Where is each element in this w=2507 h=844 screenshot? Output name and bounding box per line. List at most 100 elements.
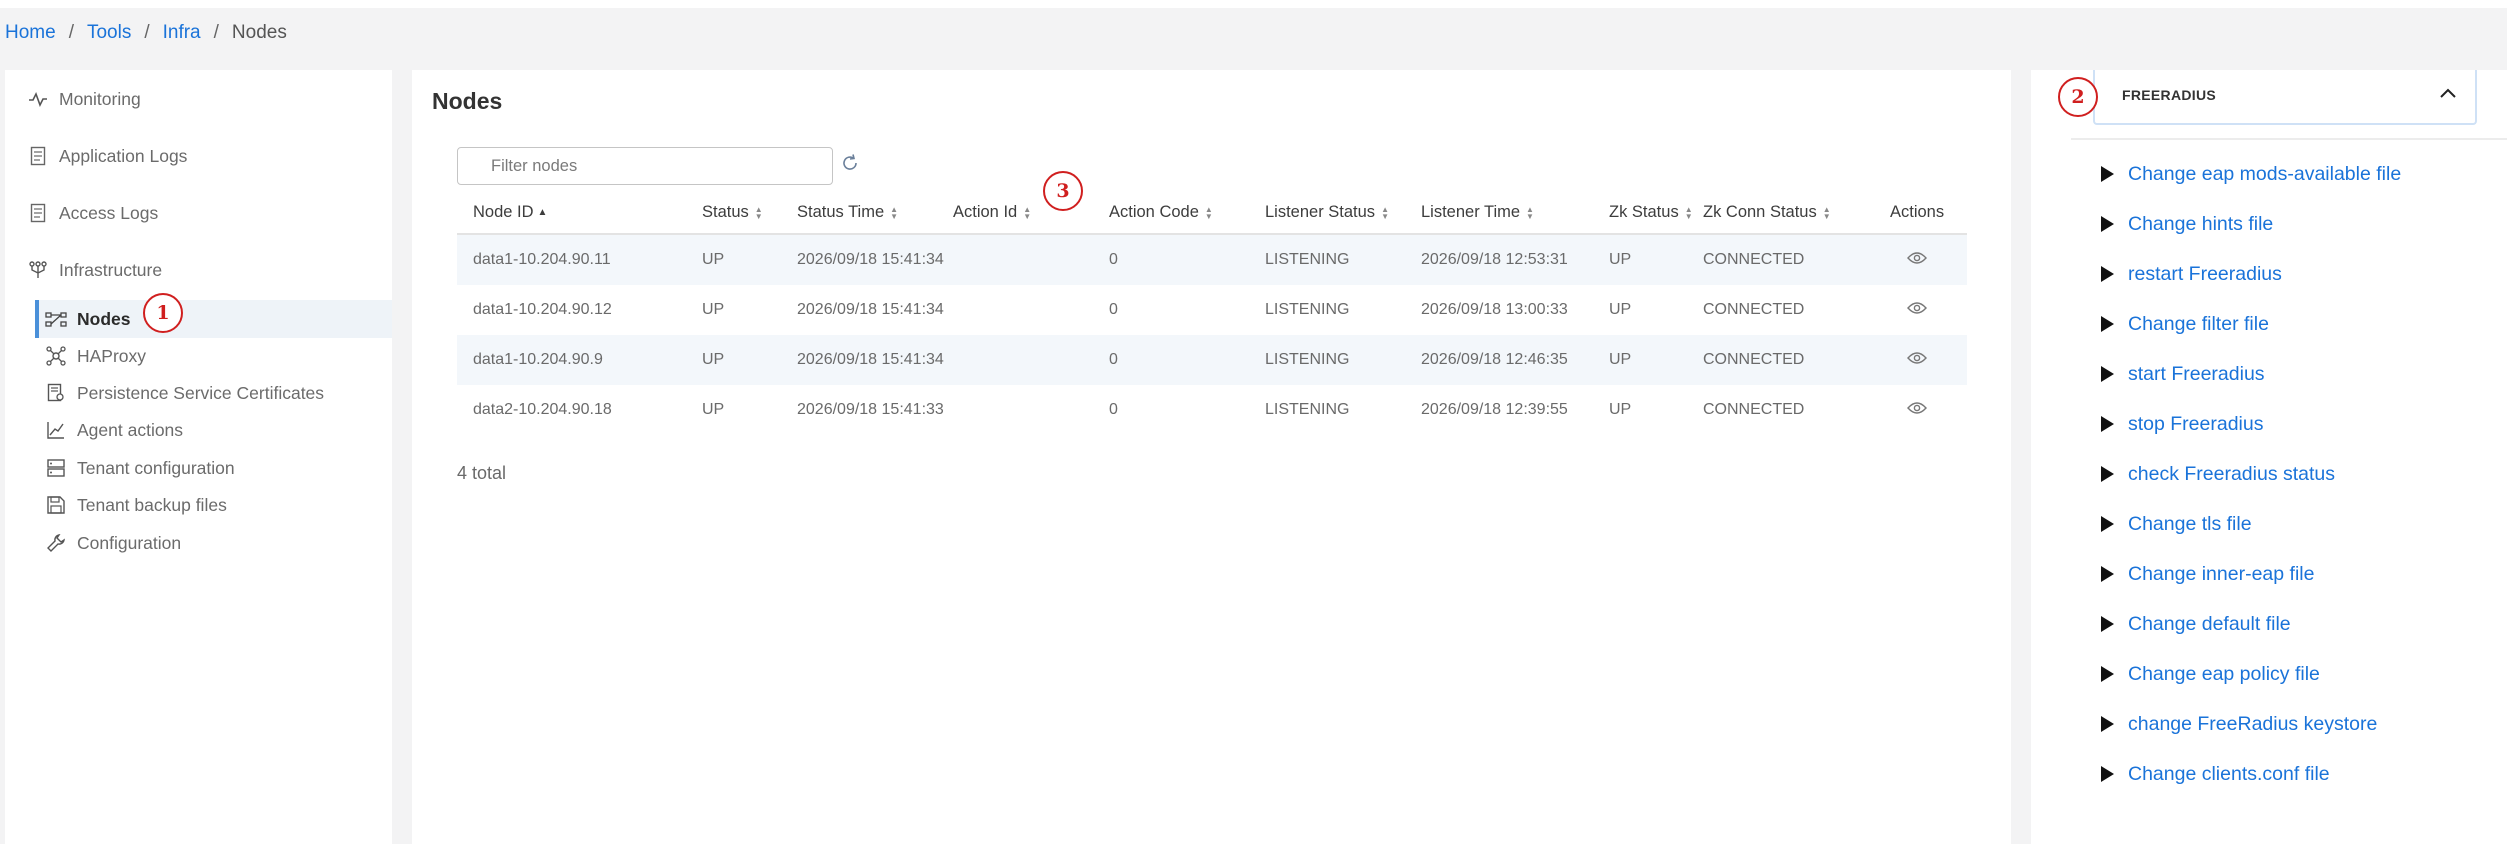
save-icon (45, 494, 67, 516)
refresh-icon (840, 153, 860, 178)
action-item[interactable]: change FreeRadius keystore (2101, 709, 2377, 739)
cell-node-id: data2-10.204.90.18 (473, 401, 612, 418)
action-item[interactable]: Change eap mods-available file (2101, 159, 2401, 189)
sidebar-item-label: Tenant configuration (77, 457, 235, 478)
action-item[interactable]: Change clients.conf file (2101, 759, 2330, 789)
triangle-right-icon (2101, 766, 2114, 782)
sidebar-item-tenant-configuration[interactable]: Tenant configuration (45, 453, 235, 483)
sidebar-item-haproxy[interactable]: HAProxy (45, 341, 146, 371)
sort-icon: ▲ ▼ (890, 204, 899, 221)
column-header-node-id[interactable]: Node ID ▲ (473, 190, 547, 235)
sidebar-item-label: Nodes (77, 308, 131, 329)
top-band (0, 0, 2507, 8)
sidebar-item-agent-actions[interactable]: Agent actions (45, 415, 183, 445)
view-button[interactable] (1907, 285, 1927, 335)
table-total-count: 4 total (457, 463, 507, 483)
annotation-marker-3: 3 (1043, 171, 1083, 211)
cell-listener-status: LISTENING (1265, 301, 1350, 318)
cell-node-id: data1-10.204.90.9 (473, 351, 603, 368)
breadcrumb-tools-link[interactable]: Tools (87, 22, 131, 44)
column-header-zk-status[interactable]: Zk Status ▲ ▼ (1609, 190, 1693, 235)
sidebar-item-label: Agent actions (77, 419, 184, 440)
column-header-listener-time[interactable]: Listener Time ▲ ▼ (1421, 190, 1534, 235)
document-icon (27, 145, 49, 167)
cell-node-id: data1-10.204.90.11 (473, 251, 611, 268)
action-item[interactable]: Change default file (2101, 609, 2291, 639)
cell-listener-time: 2026/09/18 12:39:55 (1421, 401, 1568, 418)
sort-icon: ▲ ▼ (1204, 204, 1213, 221)
sidebar-item-label: Tenant backup files (77, 494, 227, 515)
hub-icon (45, 345, 67, 367)
view-button[interactable] (1907, 335, 1927, 385)
freeradius-panel: FREERADIUS Change eap mods-available fil… (2031, 70, 2507, 844)
chevron-up-icon (2439, 86, 2457, 104)
sidebar-item-nodes[interactable]: Nodes (45, 304, 130, 334)
sort-icon: ▲ ▼ (1381, 204, 1389, 221)
page-title: Nodes (432, 88, 503, 114)
triangle-right-icon (2101, 516, 2114, 532)
triangle-right-icon (2101, 466, 2114, 482)
triangle-right-icon (2101, 266, 2114, 282)
wrench-icon (45, 532, 67, 554)
refresh-button[interactable] (837, 152, 863, 178)
table-row: data1-10.204.90.12 UP 2026/09/18 15:41:3… (457, 285, 1967, 335)
triangle-right-icon (2101, 616, 2114, 632)
table-row: data1-10.204.90.11 UP 2026/09/18 15:41:3… (457, 235, 1967, 285)
action-item[interactable]: stop Freeradius (2101, 409, 2263, 439)
cell-status-time: 2026/09/18 15:41:34 (797, 301, 944, 318)
sidebar-item-access-logs[interactable]: Access Logs (27, 198, 158, 228)
view-button[interactable] (1907, 235, 1927, 285)
eye-icon (1907, 301, 1927, 320)
eye-icon (1907, 401, 1927, 420)
action-item[interactable]: restart Freeradius (2101, 259, 2282, 289)
cell-status: UP (702, 401, 725, 418)
main-panel: Nodes Node ID▲ Status▲▼ Status Time▲▼ Ac… (412, 70, 2011, 844)
nodes-table: Node ID ▲ Status ▲ ▼ Status Time ▲ ▼ Action I… (457, 190, 1967, 435)
freeradius-header[interactable]: FREERADIUS (2093, 70, 2477, 125)
sidebar-active-indicator (35, 300, 39, 338)
sort-ascending-icon: ▲ (537, 207, 548, 218)
sidebar-item-monitoring[interactable]: Monitoring (27, 84, 141, 114)
sidebar-item-application-logs[interactable]: Application Logs (27, 141, 187, 171)
action-item[interactable]: Change tls file (2101, 509, 2252, 539)
cell-status: UP (702, 351, 725, 368)
sort-icon: ▲ ▼ (1526, 204, 1534, 221)
column-header-action-id[interactable]: Action Id ▲ ▼ (953, 190, 1031, 235)
cell-action-code: 0 (1109, 351, 1118, 368)
sidebar: Monitoring Application Logs Access Logs … (5, 70, 392, 844)
sort-icon: ▲ ▼ (1684, 204, 1693, 221)
view-button[interactable] (1907, 385, 1927, 435)
cell-zk-status: UP (1609, 301, 1632, 318)
filter-nodes-input[interactable] (457, 147, 833, 185)
action-item[interactable]: check Freeradius status (2101, 459, 2335, 489)
table-header: Node ID ▲ Status ▲ ▼ Status Time ▲ ▼ Action I… (457, 190, 1967, 235)
triangle-right-icon (2101, 316, 2114, 332)
breadcrumb-home-link[interactable]: Home (5, 22, 56, 44)
column-header-zk-conn-status[interactable]: Zk Conn Status ▲ ▼ (1703, 190, 1831, 235)
column-header-status-time[interactable]: Status Time ▲ ▼ (797, 190, 898, 235)
column-header-action-code[interactable]: Action Code ▲ ▼ (1109, 190, 1213, 235)
action-item[interactable]: Change inner-eap file (2101, 559, 2314, 589)
sidebar-item-configuration[interactable]: Configuration (45, 528, 181, 558)
sidebar-item-infrastructure[interactable]: Infrastructure (27, 255, 162, 285)
column-header-listener-status[interactable]: Listener Status ▲ ▼ (1265, 190, 1389, 235)
action-item[interactable]: start Freeradius (2101, 359, 2265, 389)
table-row: data2-10.204.90.18 UP 2026/09/18 15:41:3… (457, 385, 1967, 435)
cell-zk-conn-status: CONNECTED (1703, 301, 1805, 318)
cell-listener-time: 2026/09/18 13:00:33 (1421, 301, 1568, 318)
cell-zk-conn-status: CONNECTED (1703, 401, 1805, 418)
sidebar-item-label: Configuration (77, 532, 182, 553)
action-item[interactable]: Change eap policy file (2101, 659, 2320, 689)
action-item[interactable]: Change filter file (2101, 309, 2269, 339)
annotation-marker-1: 1 (143, 293, 183, 333)
sidebar-item-label: Access Logs (59, 202, 159, 223)
column-header-status[interactable]: Status ▲ ▼ (702, 190, 763, 235)
annotation-marker-2: 2 (2058, 77, 2098, 117)
eye-icon (1907, 351, 1927, 370)
sidebar-item-persistence-certificates[interactable]: Persistence Service Certificates (45, 378, 324, 408)
breadcrumb-infra-link[interactable]: Infra (163, 22, 201, 44)
sidebar-item-label: Infrastructure (59, 259, 163, 280)
action-item[interactable]: Change hints file (2101, 209, 2273, 239)
sidebar-item-tenant-backup-files[interactable]: Tenant backup files (45, 490, 227, 520)
collapse-toggle[interactable] (2435, 82, 2461, 108)
